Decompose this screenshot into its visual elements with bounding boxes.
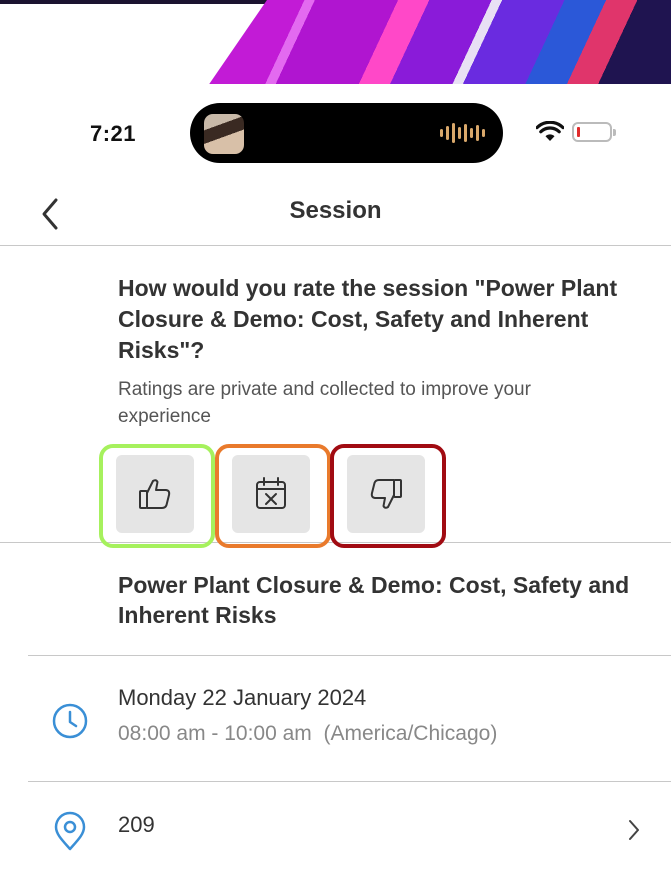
session-time-row: Monday 22 January 2024 08:00 am - 10:00 … bbox=[0, 656, 671, 781]
page-title: Session bbox=[289, 197, 382, 224]
session-room: 209 bbox=[118, 812, 155, 837]
rating-note: Ratings are private and collected to imp… bbox=[118, 379, 531, 427]
location-pin-icon bbox=[54, 811, 86, 851]
now-playing-avatar bbox=[204, 114, 244, 154]
session-date: Monday 22 January 2024 bbox=[118, 685, 367, 710]
audio-wave-icon bbox=[440, 122, 485, 144]
thumbs-down-button[interactable] bbox=[347, 455, 425, 533]
clock-icon bbox=[52, 703, 88, 739]
session-timezone: (America/Chicago) bbox=[323, 722, 498, 745]
chevron-right-icon bbox=[629, 820, 639, 840]
wifi-icon bbox=[536, 121, 564, 141]
thumbs-down-icon bbox=[370, 479, 402, 509]
wallpaper-strip bbox=[0, 0, 671, 84]
did-not-attend-button[interactable] bbox=[232, 455, 310, 533]
nav-bar: Session bbox=[0, 184, 671, 246]
session-time-value: 08:00 am - 10:00 am bbox=[118, 722, 312, 745]
wallpaper-swirl bbox=[209, 0, 671, 84]
rating-section: How would you rate the session "Power Pl… bbox=[0, 246, 671, 548]
rating-question: How would you rate the session "Power Pl… bbox=[118, 275, 618, 363]
thumbs-down-button-outline[interactable] bbox=[330, 444, 446, 548]
session-location-row[interactable]: 209 bbox=[0, 782, 671, 872]
did-not-attend-button-outline[interactable] bbox=[215, 444, 331, 548]
thumbs-up-button-outline[interactable] bbox=[99, 444, 215, 548]
thumbs-up-icon bbox=[139, 479, 171, 509]
thumbs-up-button[interactable] bbox=[116, 455, 194, 533]
battery-low-icon bbox=[572, 122, 616, 142]
dynamic-island[interactable] bbox=[190, 103, 503, 163]
status-time: 7:21 bbox=[90, 121, 137, 146]
calendar-x-icon bbox=[256, 477, 286, 509]
session-time-range: 08:00 am - 10:00 am (America/Chicago) bbox=[118, 722, 497, 746]
session-title: Power Plant Closure & Demo: Cost, Safety… bbox=[118, 572, 630, 628]
